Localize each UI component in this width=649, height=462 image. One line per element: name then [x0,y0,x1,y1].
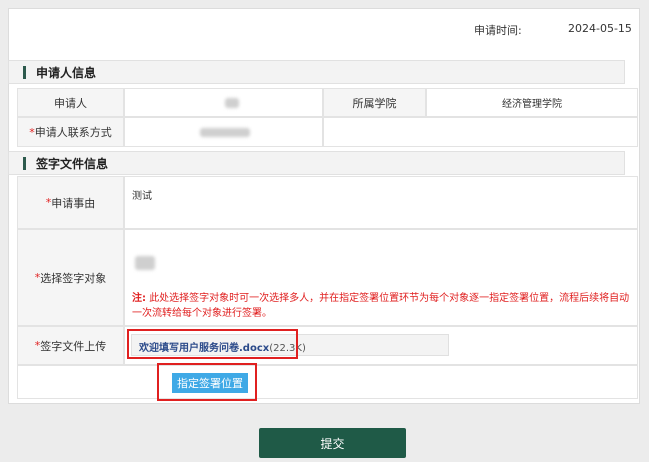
contact-label-cell: * 申请人联系方式 [17,117,124,147]
college-value: 经济管理学院 [502,99,562,110]
submit-button[interactable]: 提交 [259,428,406,458]
document-section-header: 签字文件信息 [8,151,625,175]
file-highlight-box [127,329,298,359]
section-bar-icon [23,65,26,79]
section-bar-icon [23,156,26,170]
applicant-value-cell [124,88,323,117]
upload-label: 签字文件上传 [40,339,107,353]
contact-empty-cell [323,117,638,147]
sign-position-button[interactable]: 指定签署位置 [172,373,248,393]
note-text: 此处选择签字对象时可一次选择多人，并在指定签署位置环节为每个对象逐一指定签署位置… [132,293,630,319]
upload-label-cell: * 签字文件上传 [17,326,124,365]
contact-value-redacted [200,127,250,137]
signer-label-cell: * 选择签字对象 [17,229,124,326]
apply-time-label: 申请时间: [474,24,522,37]
contact-label: 申请人联系方式 [34,126,112,139]
signer-note: 注: 此处选择签字对象时可一次选择多人，并在指定签署位置环节为每个对象逐一指定签… [132,291,632,321]
note-prefix: 注: [132,293,146,304]
signer-label: 选择签字对象 [40,271,107,285]
apply-time-value: 2024-05-15 [568,22,632,35]
applicant-label: 申请人 [54,96,87,110]
applicant-section-title: 申请人信息 [36,65,97,80]
reason-textarea[interactable]: 测试 [124,176,638,229]
college-value-cell: 经济管理学院 [426,88,638,117]
reason-label: 申请事由 [51,196,96,210]
document-section-title: 签字文件信息 [36,156,109,171]
contact-input[interactable] [124,117,323,147]
reason-value: 测试 [132,191,152,202]
applicant-name-redacted [225,97,239,108]
reason-label-cell: * 申请事由 [17,176,124,229]
signer-selected-redacted[interactable] [135,256,155,270]
college-label-cell: 所属学院 [323,88,426,117]
college-label: 所属学院 [352,96,397,110]
applicant-label-cell: 申请人 [17,88,124,117]
action-row [17,365,638,399]
applicant-section-header: 申请人信息 [8,60,625,84]
